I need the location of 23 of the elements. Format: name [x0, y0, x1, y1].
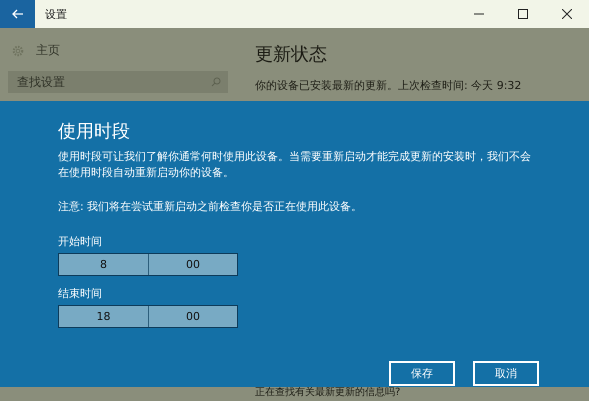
- search-field[interactable]: 查找设置: [8, 71, 228, 93]
- minimize-icon: [474, 13, 484, 15]
- dialog-title: 使用时段: [58, 120, 131, 143]
- home-link[interactable]: 主页: [36, 42, 60, 59]
- save-button[interactable]: 保存: [389, 361, 455, 386]
- dialog-note: 注意: 我们将在尝试重新启动之前检查你是否正在使用此设备。: [58, 199, 364, 214]
- cancel-button[interactable]: 取消: [473, 361, 539, 386]
- hour-picker[interactable]: 18: [59, 306, 148, 327]
- page-heading: 更新状态: [255, 43, 328, 66]
- time-label: 结束时间: [58, 286, 103, 301]
- back-arrow-icon: [12, 9, 24, 19]
- settings-icon: [12, 44, 24, 56]
- minute-picker[interactable]: 00: [148, 254, 237, 275]
- time-label: 开始时间: [58, 234, 103, 249]
- maximize-icon: [518, 9, 528, 19]
- minute-picker[interactable]: 00: [148, 306, 237, 327]
- back-button[interactable]: [0, 0, 35, 28]
- window-title: 设置: [45, 6, 68, 22]
- hour-picker[interactable]: 8: [59, 254, 148, 275]
- close-icon: [562, 9, 572, 19]
- update-status-text: 你的设备已安装最新的更新。上次检查时间: 今天 9:32: [255, 78, 522, 93]
- dialog-description: 使用时段可让我们了解你通常何时使用此设备。当需要重新启动才能完成更新的安装时，我们不会在使用时段自动重新启动你的设备。: [58, 149, 532, 181]
- search-icon: [211, 77, 221, 87]
